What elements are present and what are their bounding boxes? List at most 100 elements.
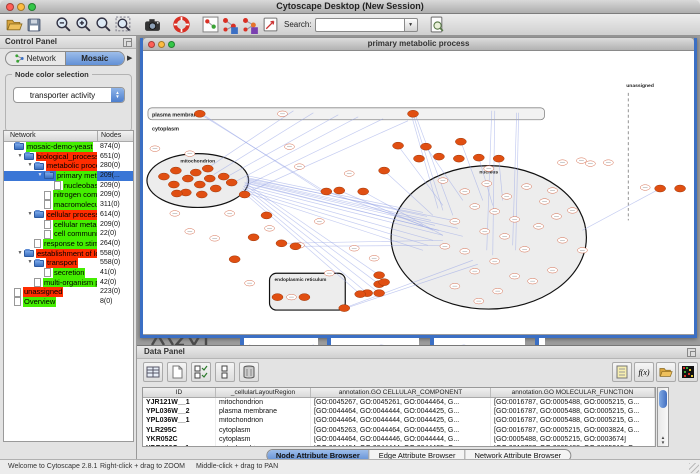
scrollbar-thumb[interactable]	[659, 390, 667, 408]
selected-gene-node[interactable]	[655, 185, 666, 192]
tree-row[interactable]: secretion41(0)	[4, 268, 133, 278]
delete-attribute-icon[interactable]	[191, 362, 211, 382]
expand-arrow-icon[interactable]: ▼	[26, 258, 34, 268]
save-icon[interactable]	[24, 15, 44, 35]
selected-gene-node[interactable]	[355, 291, 366, 298]
create-attribute-icon[interactable]	[167, 362, 187, 382]
selected-gene-node[interactable]	[414, 155, 425, 162]
expand-arrow-icon[interactable]: ▼	[16, 152, 24, 162]
background-window[interactable]	[327, 338, 419, 345]
table-row[interactable]: YPL036W__1mitochondrion[GO:0044464, GO:0…	[143, 417, 655, 426]
tree-row[interactable]: ▼primary metabol209(...	[4, 171, 133, 181]
filter-icon[interactable]	[240, 15, 260, 35]
table-row[interactable]: YLR295Ccytoplasm[GO:0045263, GO:0044464,…	[143, 426, 655, 435]
tree-row[interactable]: mosaic-demo-yeast874(0)	[4, 142, 133, 152]
selected-gene-node[interactable]	[190, 169, 201, 176]
tree-column-network[interactable]: Network	[4, 131, 97, 141]
node-color-select[interactable]: transporter activity ▲▼	[13, 87, 125, 103]
selected-gene-node[interactable]	[321, 188, 332, 195]
select-attributes-icon[interactable]	[143, 362, 163, 382]
selected-gene-node[interactable]	[420, 143, 431, 150]
modify-attribute-icon[interactable]	[215, 362, 235, 382]
network-frame-titlebar[interactable]: primary metabolic process	[143, 38, 694, 51]
tree-row[interactable]: macromolecule311(0)	[4, 200, 133, 210]
table-row[interactable]: YDR039C__1mitochondrion[GO:0044464, GO:0…	[143, 445, 655, 447]
background-window[interactable]	[430, 338, 525, 345]
tree-row[interactable]: nitrogen compo209(0)	[4, 190, 133, 200]
resize-grip[interactable]	[689, 463, 699, 473]
zoom-out-icon[interactable]	[53, 15, 73, 35]
selected-gene-node[interactable]	[272, 294, 283, 301]
table-row[interactable]: YPL036W__2plasma membrane[GO:0044464, GO…	[143, 407, 655, 416]
import-attributes-icon[interactable]	[656, 362, 676, 382]
selected-gene-node[interactable]	[194, 110, 205, 117]
selected-gene-node[interactable]	[358, 188, 369, 195]
overview-window-icon[interactable]	[200, 15, 220, 35]
selected-gene-node[interactable]	[334, 187, 345, 194]
column-go-cellular-component[interactable]: annotation.GO CELLULAR_COMPONENT	[311, 388, 491, 397]
table-row[interactable]: YJR121W__1mitochondrion[GO:0045267, GO:0…	[143, 398, 655, 407]
selected-gene-node[interactable]	[229, 256, 240, 263]
snapshot-icon[interactable]	[142, 15, 162, 35]
selected-gene-node[interactable]	[453, 155, 464, 162]
selected-gene-node[interactable]	[675, 185, 686, 192]
selected-gene-node[interactable]	[339, 305, 350, 312]
selected-gene-node[interactable]	[374, 290, 385, 297]
column-cellular-layout-region[interactable]: _cellularLayoutRegion	[216, 388, 311, 397]
selected-gene-node[interactable]	[204, 175, 215, 182]
selected-gene-node[interactable]	[168, 181, 179, 188]
tab-mosaic[interactable]: Mosaic	[66, 52, 125, 65]
selected-gene-node[interactable]	[196, 191, 207, 198]
selected-gene-node[interactable]	[194, 181, 205, 188]
selected-gene-node[interactable]	[239, 191, 250, 198]
open-file-icon[interactable]	[4, 15, 24, 35]
selected-gene-node[interactable]	[218, 173, 229, 180]
selected-gene-node[interactable]	[379, 167, 390, 174]
expand-arrow-icon[interactable]: ▼	[26, 210, 34, 220]
selected-gene-node[interactable]	[182, 175, 193, 182]
column-id[interactable]: ID	[143, 388, 216, 397]
float-panel-icon[interactable]	[123, 38, 132, 47]
tab-network[interactable]: Network	[6, 52, 65, 65]
tree-row[interactable]: unassigned223(0)	[4, 287, 133, 297]
background-window[interactable]	[240, 338, 318, 345]
tree-row[interactable]: ▼biological_process651(0)	[4, 152, 133, 162]
expand-arrow-icon[interactable]: ▼	[16, 249, 24, 259]
selected-gene-node[interactable]	[433, 153, 444, 160]
selected-gene-node[interactable]	[210, 185, 221, 192]
tree-row[interactable]: response to stimulu264(0)	[4, 239, 133, 249]
selected-gene-node[interactable]	[171, 190, 182, 197]
background-window[interactable]	[535, 338, 545, 345]
selected-gene-node[interactable]	[261, 212, 272, 219]
selected-gene-node[interactable]	[374, 272, 385, 279]
annotation-icon[interactable]	[260, 15, 280, 35]
network-canvas[interactable]: plasma membrane cytoplasm mitochondrion …	[143, 51, 694, 334]
zoom-fit-icon[interactable]	[113, 15, 133, 35]
tree-row[interactable]: ▼establishment of lo558(0)	[4, 249, 133, 259]
selected-gene-node[interactable]	[379, 279, 390, 286]
selected-gene-node[interactable]	[455, 138, 466, 145]
scrollbar-arrows-icon[interactable]: ▲▼	[658, 435, 668, 445]
advanced-search-icon[interactable]	[427, 15, 447, 35]
selected-gene-node[interactable]	[493, 155, 504, 162]
plasma-membrane-region[interactable]	[148, 108, 545, 120]
selected-gene-node[interactable]	[408, 110, 419, 117]
search-input[interactable]	[315, 18, 405, 32]
selected-gene-node[interactable]	[248, 234, 259, 241]
help-ring-icon[interactable]	[171, 15, 191, 35]
selected-gene-node[interactable]	[299, 294, 310, 301]
tree-row[interactable]: ▼cellular process614(0)	[4, 210, 133, 220]
more-tabs-arrow[interactable]: ▶	[127, 54, 132, 62]
expand-arrow-icon[interactable]: ▼	[26, 161, 34, 171]
selected-gene-node[interactable]	[226, 179, 237, 186]
zoom-in-icon[interactable]	[73, 15, 93, 35]
selected-gene-node[interactable]	[158, 173, 169, 180]
tree-row[interactable]: cell communicat22(0)	[4, 229, 133, 239]
selected-gene-node[interactable]	[276, 240, 287, 247]
tree-row[interactable]: ▼metabolic process280(0)	[4, 161, 133, 171]
selected-gene-node[interactable]	[170, 167, 181, 174]
selected-gene-node[interactable]	[473, 154, 484, 161]
table-scrollbar[interactable]: ▲▼	[657, 387, 669, 447]
formula-builder-icon[interactable]: f(x)	[634, 362, 654, 382]
table-row[interactable]: YKR052Ccytoplasm[GO:0044464, GO:0044446,…	[143, 436, 655, 445]
